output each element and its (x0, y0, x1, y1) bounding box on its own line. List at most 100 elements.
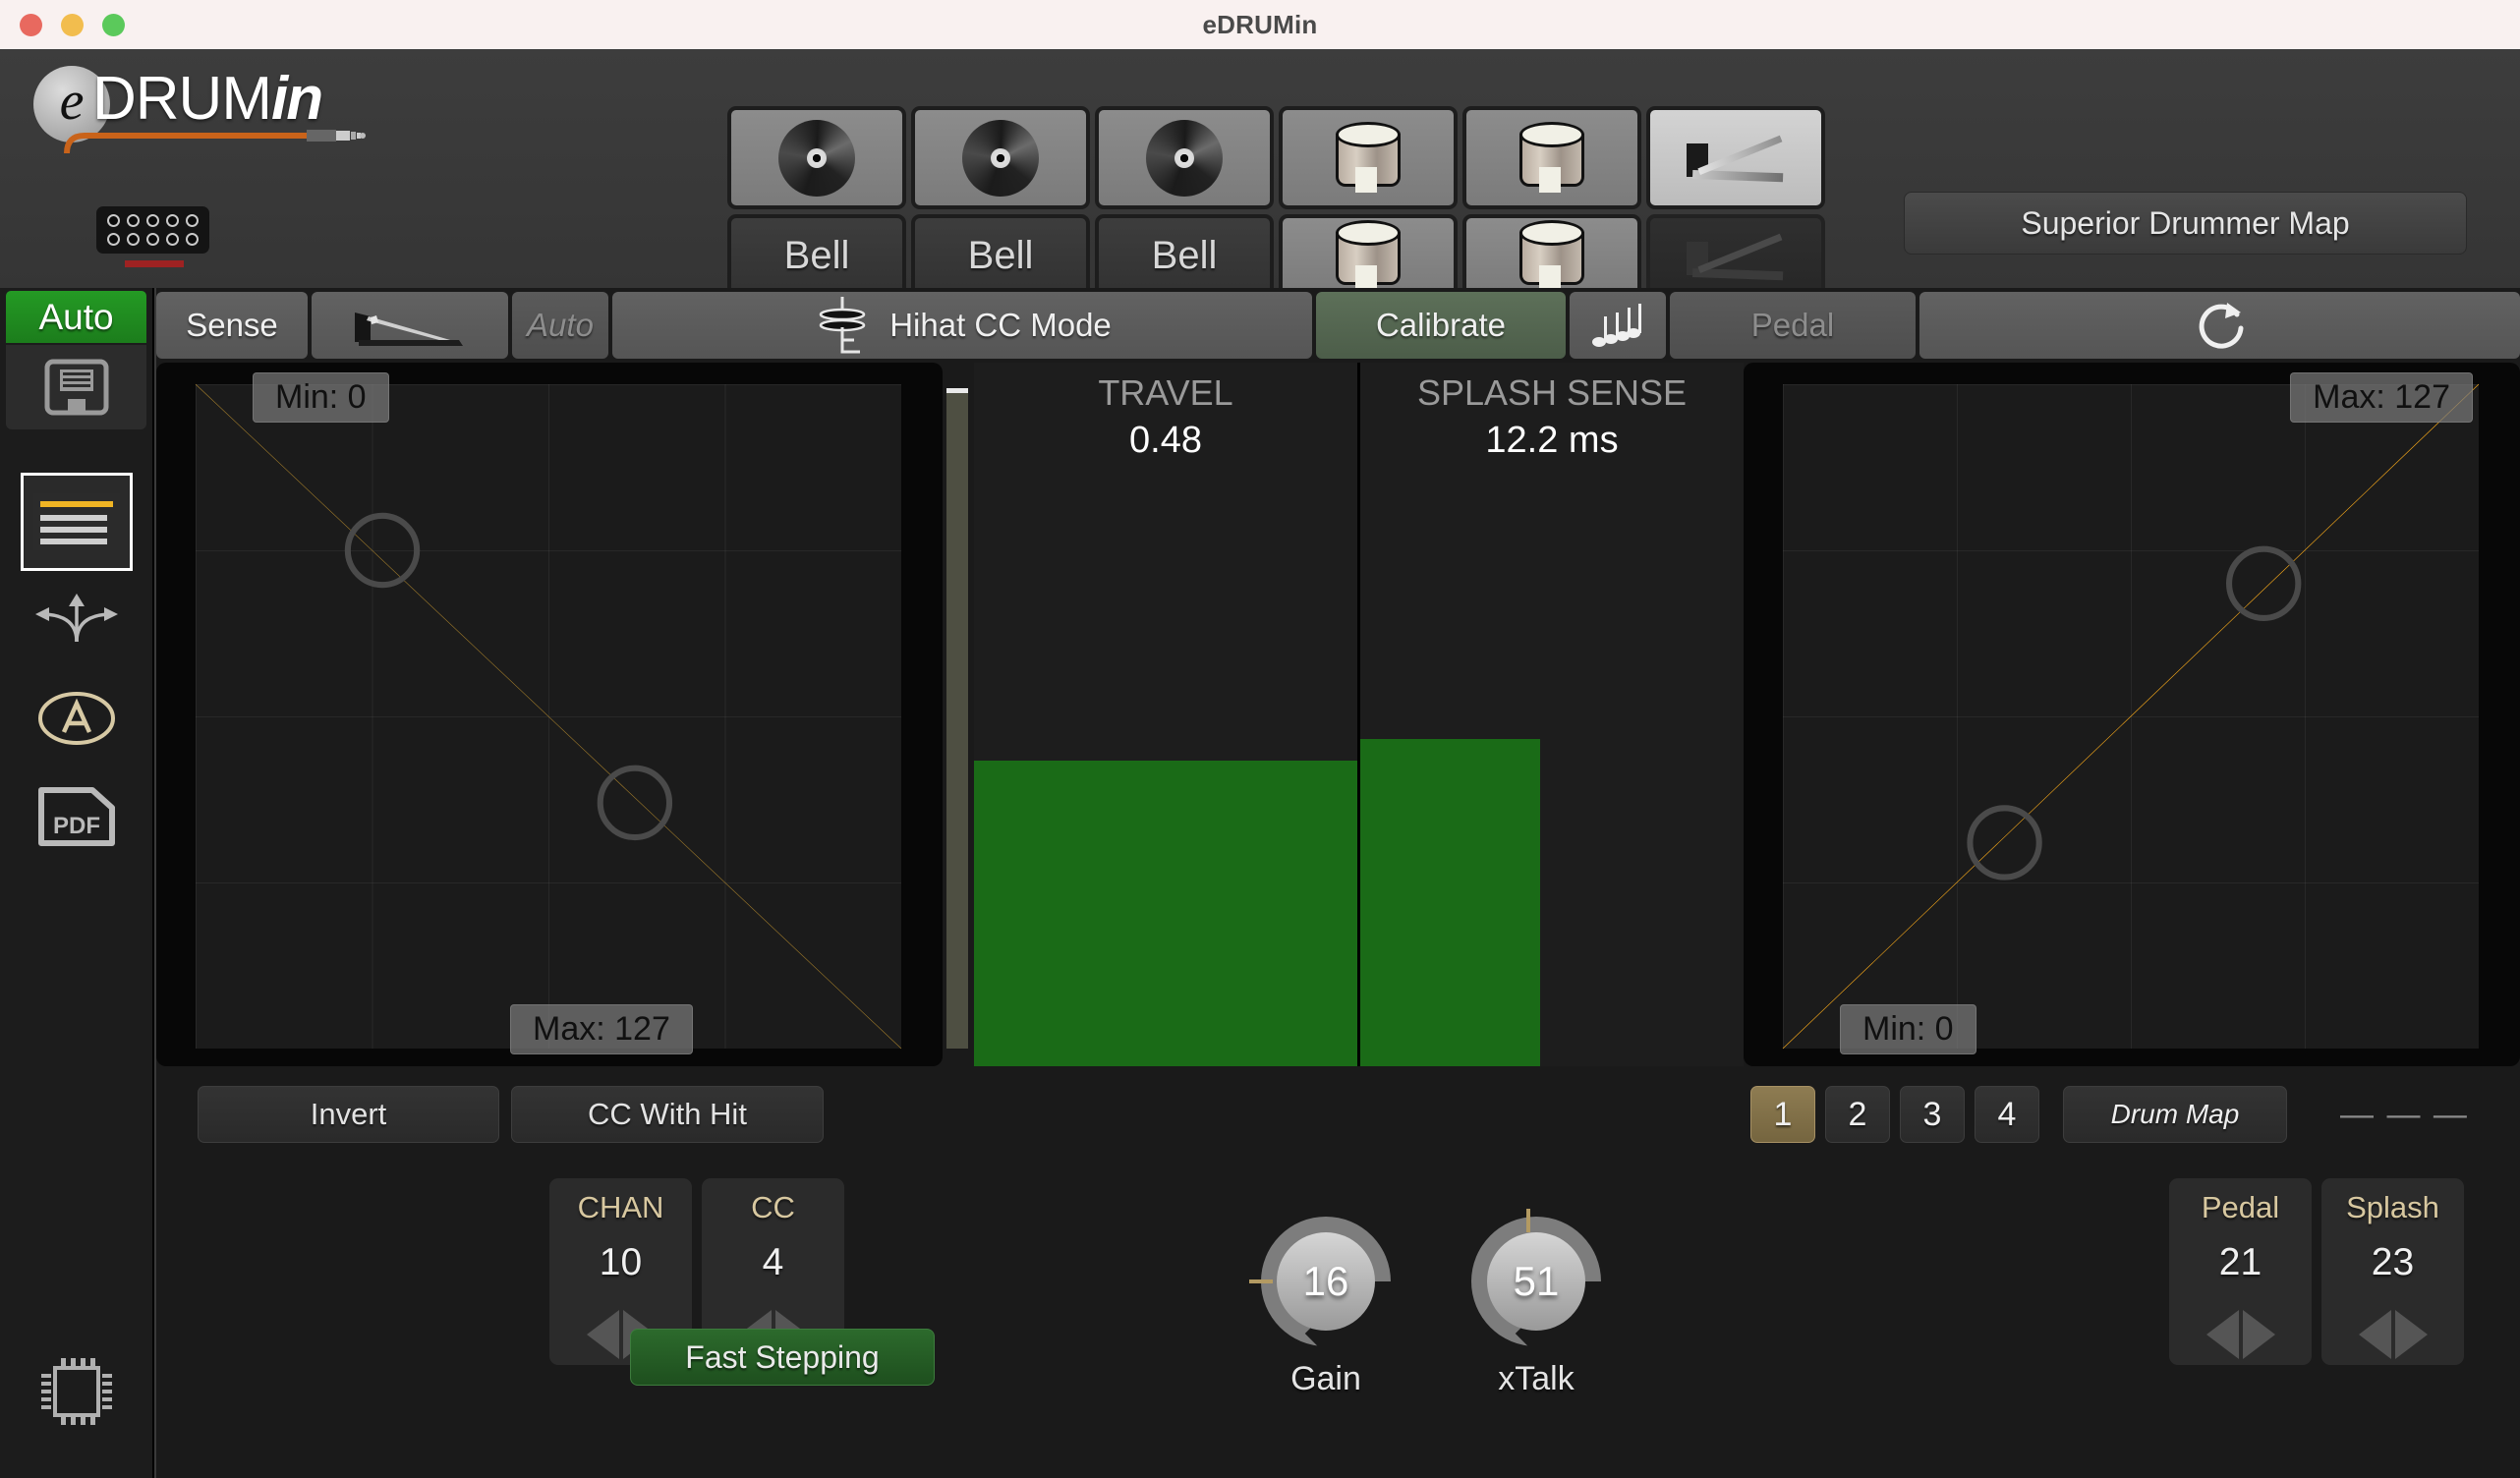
invert-button[interactable]: Invert (198, 1086, 499, 1143)
pad-button-hihat-pedal[interactable] (1646, 106, 1825, 209)
xtalk-knob[interactable]: 51 (1471, 1209, 1601, 1355)
pedal-note-arrows (2205, 1310, 2275, 1359)
pedal-note-decrement-icon[interactable] (2205, 1310, 2239, 1359)
app-header: e DRUMin Bell Bell Bell Superior Drummer… (0, 49, 2520, 298)
splash-sense-bar-fill (1360, 739, 1541, 1066)
pedal-level-meter (946, 388, 968, 1049)
superior-drummer-map-button[interactable]: Superior Drummer Map (1904, 192, 2467, 255)
gain-knob-indicator (1249, 1279, 1273, 1283)
pad-button-hihat-pedal-alt[interactable] (1646, 214, 1825, 298)
pedal-note-stepper[interactable]: Pedal 21 (2169, 1178, 2312, 1365)
port-hole (107, 232, 120, 246)
port-hole (127, 214, 140, 228)
window-titlebar: eDRUMin (0, 0, 2520, 49)
logo-wordmark: DRUMin (92, 69, 323, 130)
travel-value: 0.48 (1129, 420, 1202, 461)
hihat-pedal-icon (355, 313, 463, 346)
calibrate-button[interactable]: Calibrate (1316, 292, 1566, 359)
splash-note-increment-icon[interactable] (2394, 1310, 2428, 1359)
splash-note-stepper[interactable]: Splash 23 (2321, 1178, 2464, 1365)
pad-button-cymbal-2[interactable] (911, 106, 1090, 209)
right-max-badge[interactable]: Max: 127 (2290, 372, 2473, 423)
pad-button-cymbal-1[interactable] (727, 106, 906, 209)
port-hole (166, 214, 179, 228)
tab-sense[interactable]: Sense (156, 292, 308, 359)
sidebar-item-save[interactable] (6, 345, 146, 429)
tab-auto[interactable]: Auto (512, 292, 608, 359)
snare-drum-icon (1328, 121, 1408, 195)
left-curve-grid[interactable] (196, 384, 901, 1049)
sidebar-item-spread[interactable] (21, 571, 133, 669)
gain-knob-label: Gain (1290, 1360, 1361, 1397)
edrumin-logo: e DRUMin (33, 61, 368, 154)
tab-pedal[interactable]: Pedal (1670, 292, 1916, 359)
right-curve-grid[interactable] (1783, 384, 2479, 1049)
pad-button-drum-4[interactable] (1462, 214, 1641, 298)
pad-button-drum-3[interactable] (1279, 214, 1458, 298)
pdf-document-icon: PDF (37, 787, 115, 846)
sidebar-item-auto-a[interactable] (21, 669, 133, 767)
svg-text:PDF: PDF (53, 813, 100, 839)
xtalk-knob-indicator (1526, 1209, 1530, 1232)
chip-icon (40, 1358, 112, 1425)
travel-label: TRAVEL (1098, 372, 1233, 413)
pad-button-drum-1[interactable] (1279, 106, 1458, 209)
sidebar-auto-tab[interactable]: Auto (6, 291, 146, 343)
pedal-note-increment-icon[interactable] (2242, 1310, 2275, 1359)
list-lines-icon (32, 493, 120, 550)
splash-note-label: Splash (2346, 1190, 2439, 1224)
tab-note-settings[interactable] (1570, 292, 1666, 359)
left-max-badge[interactable]: Max: 127 (510, 1004, 693, 1054)
save-floppy-icon (44, 359, 108, 416)
zone-button-3[interactable]: 3 (1900, 1086, 1965, 1143)
zone-button-1[interactable]: 1 (1750, 1086, 1815, 1143)
port-hole (186, 232, 199, 246)
refresh-button[interactable] (1919, 292, 2520, 359)
sidebar-item-list[interactable] (20, 473, 133, 571)
port-hole (127, 232, 140, 246)
splash-note-arrows (2358, 1310, 2428, 1359)
zone-button-4[interactable]: 4 (1975, 1086, 2039, 1143)
travel-bar-fill (974, 760, 1357, 1066)
pad-button-drum-2[interactable] (1462, 106, 1641, 209)
logo-cable-icon (64, 130, 366, 154)
fast-stepping-button[interactable]: Fast Stepping (630, 1329, 935, 1386)
left-curve-panel[interactable]: Min: 0 Max: 127 (156, 363, 943, 1066)
cymbal-icon (962, 119, 1039, 197)
knob-row: 16 Gain 51 xTalk (1249, 1209, 1601, 1398)
gain-knob[interactable]: 16 (1249, 1217, 1391, 1355)
right-curve-handles[interactable] (1783, 384, 2479, 1049)
cymbal-icon (778, 119, 855, 197)
sidebar-item-firmware[interactable] (21, 1342, 133, 1441)
cc-value: 4 (762, 1241, 784, 1283)
status-led-indicator (125, 260, 184, 267)
left-curve-handles[interactable] (196, 384, 901, 1049)
sidebar-item-pdf[interactable]: PDF (21, 767, 133, 866)
cc-with-hit-button[interactable]: CC With Hit (511, 1086, 824, 1143)
tab-pedal-icon[interactable] (312, 292, 508, 359)
right-min-badge[interactable]: Min: 0 (1840, 1004, 1976, 1054)
right-curve-panel[interactable]: Max: 127 Min: 0 (1744, 363, 2520, 1066)
splash-sense-label: SPLASH SENSE (1416, 372, 1688, 413)
hihat-stand-icon (819, 297, 866, 354)
snare-drum-icon (1512, 219, 1592, 293)
meters-panel: TRAVEL 0.48 SPLASH SENSE 12.2 ms (974, 363, 1744, 1066)
pad-button-cymbal-3[interactable] (1095, 106, 1274, 209)
chan-decrement-icon[interactable] (586, 1310, 619, 1359)
tab-hihat-cc-mode[interactable]: Hihat CC Mode (612, 292, 1312, 359)
edrumin-app-window: eDRUMin e DRUMin Bell Bell Bell Superior… (0, 0, 2520, 1478)
xtalk-knob-label: xTalk (1498, 1360, 1575, 1397)
splash-sense-meter: SPLASH SENSE 12.2 ms (1360, 363, 1744, 1066)
chan-label: CHAN (577, 1190, 664, 1224)
hihat-pedal-icon (1687, 132, 1785, 185)
pad-button-bell-2[interactable]: Bell (911, 214, 1090, 298)
music-notes-icon (1592, 304, 1641, 347)
zone-button-2[interactable]: 2 (1825, 1086, 1890, 1143)
pad-button-bell-1[interactable]: Bell (727, 214, 906, 298)
splash-note-decrement-icon[interactable] (2358, 1310, 2391, 1359)
cymbal-icon (1146, 119, 1223, 197)
drum-map-button[interactable]: Drum Map (2063, 1086, 2287, 1143)
left-sidebar: Auto PDF (0, 288, 154, 1478)
pad-button-bell-3[interactable]: Bell (1095, 214, 1274, 298)
left-min-badge[interactable]: Min: 0 (253, 372, 389, 423)
